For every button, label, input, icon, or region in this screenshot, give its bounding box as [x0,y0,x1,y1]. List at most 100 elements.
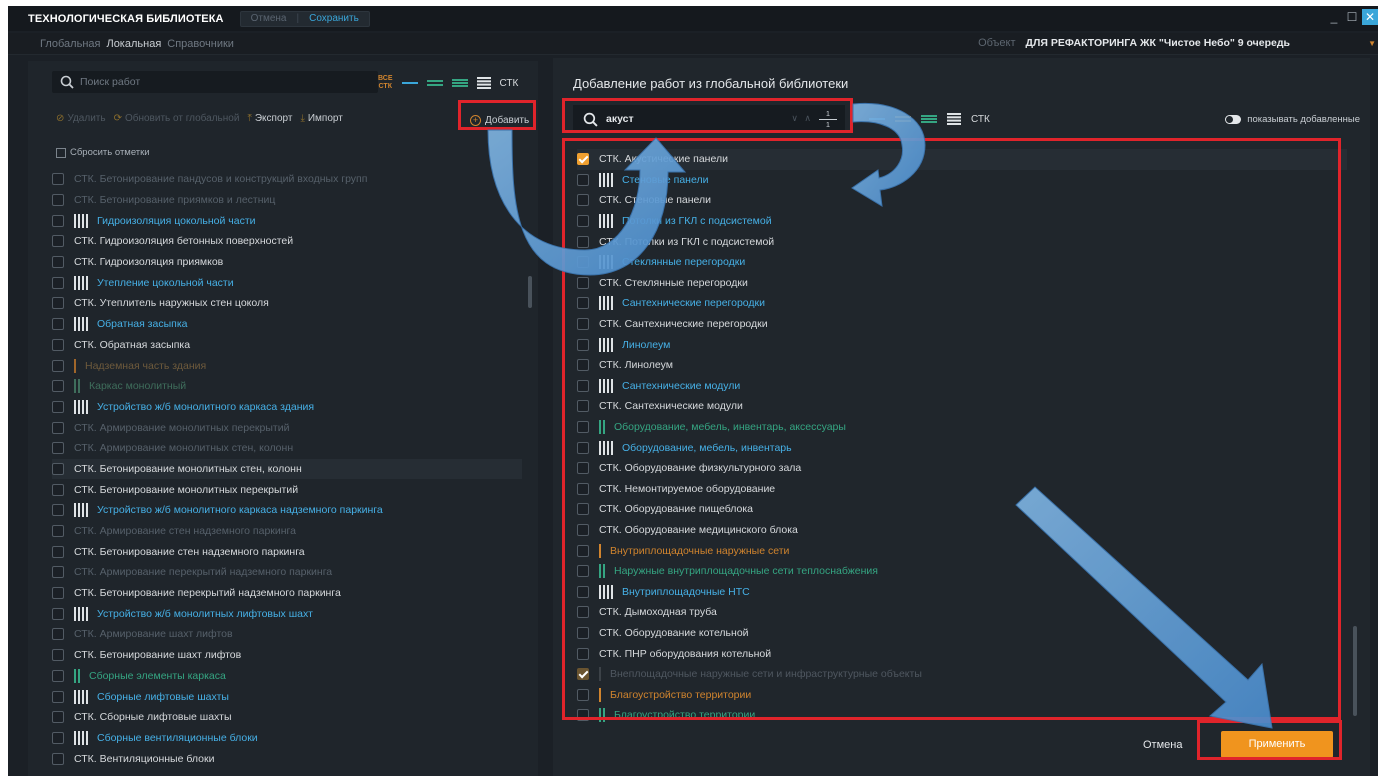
dialog-item-checkbox[interactable] [577,668,589,681]
level2-filter-icon[interactable] [426,78,443,88]
left-item-checkbox[interactable] [52,566,64,579]
import-button[interactable]: ⤓ Импорт [300,113,342,124]
left-item-checkbox[interactable] [52,400,64,413]
dialog-list-item[interactable]: Сантехнические модули [577,376,1347,397]
list-filter-icon[interactable] [476,77,491,89]
chevron-down-icon[interactable]: ▼ [1368,39,1376,48]
left-item-checkbox[interactable] [52,442,64,455]
dialog-list-item[interactable]: СТК. Сантехнические перегородки [577,314,1347,335]
left-list-item[interactable]: СТК. Обратная засыпка [52,335,522,356]
update-from-global-button[interactable]: ⟳ Обновить от глобальной [114,113,240,124]
dialog-list-item[interactable]: Благоустройство территории [577,705,1347,726]
left-scrollbar[interactable] [528,276,532,308]
dialog-item-checkbox[interactable] [577,585,589,598]
left-list-item[interactable]: Устройство ж/б монолитного каркаса надзе… [52,500,522,521]
dialog-item-checkbox[interactable] [577,215,589,228]
left-list-item[interactable]: Устройство ж/б монолитного каркаса здани… [52,397,522,418]
stk-filter-button[interactable]: СТК [971,114,990,125]
left-list-item[interactable]: Утепление цокольной части [52,272,522,293]
left-list-item[interactable]: СТК. Утеплитель наружных стен цоколя [52,293,522,314]
close-icon[interactable]: ✕ [1362,9,1378,25]
left-list-item[interactable]: Сборные вентиляционные блоки [52,728,522,749]
title-save-button[interactable]: Сохранить [299,12,369,26]
dialog-item-checkbox[interactable] [577,256,589,269]
dialog-list-item[interactable]: Внеплощадочные наружные сети и инфрастру… [577,664,1347,685]
stk-filter-button[interactable]: СТК [500,78,519,89]
left-item-checkbox[interactable] [52,752,64,765]
left-item-checkbox[interactable] [52,504,64,517]
left-item-checkbox[interactable] [52,214,64,227]
left-item-checkbox[interactable] [52,194,64,207]
delete-button[interactable]: ⊘ Удалить [56,113,106,124]
left-list-item[interactable]: СТК. Гидроизоляция приямков [52,252,522,273]
dialog-item-checkbox[interactable] [577,194,589,207]
level3-filter-icon[interactable] [921,114,937,124]
left-item-checkbox[interactable] [52,338,64,351]
dialog-item-checkbox[interactable] [577,421,589,434]
left-list-item[interactable]: СТК. Бетонирование пандусов и конструкци… [52,169,522,190]
dialog-item-checkbox[interactable] [577,626,589,639]
object-value[interactable]: ДЛЯ РЕФАКТОРИНГА ЖК "Чистое Небо" 9 очер… [1026,37,1290,49]
dialog-list-item[interactable]: Оборудование, мебель, инвентарь [577,437,1347,458]
object-selector[interactable]: Объект ДЛЯ РЕФАКТОРИНГА ЖК "Чистое Небо"… [978,37,1290,49]
dialog-item-checkbox[interactable] [577,359,589,372]
dialog-item-checkbox[interactable] [577,235,589,248]
dialog-list-item[interactable]: СТК. Потолки из ГКЛ с подсистемой [577,231,1347,252]
left-list-item[interactable]: Обратная засыпка [52,314,522,335]
left-item-checkbox[interactable] [52,669,64,682]
search-input[interactable]: Поиск работ [52,71,378,93]
dialog-item-checkbox[interactable] [577,565,589,578]
dialog-list-item[interactable]: Оборудование, мебель, инвентарь, аксессу… [577,417,1347,438]
dialog-item-checkbox[interactable] [577,297,589,310]
minimize-icon[interactable]: _ [1326,9,1342,25]
level2-filter-icon[interactable] [895,114,911,124]
left-list-item[interactable]: СТК. Бетонирование приямков и лестниц [52,190,522,211]
left-list-item[interactable]: СТК. Бетонирование стен надземного парки… [52,541,522,562]
dialog-item-checkbox[interactable] [577,441,589,454]
dialog-list-item[interactable]: Стеклянные перегородки [577,252,1347,273]
dialog-list-item[interactable]: Стеновые панели [577,170,1347,191]
dialog-item-checkbox[interactable] [577,153,589,166]
dialog-item-checkbox[interactable] [577,173,589,186]
dialog-list-item[interactable]: СТК. Оборудование медицинского блока [577,520,1347,541]
left-list-item[interactable]: Гидроизоляция цокольной части [52,210,522,231]
left-list-item[interactable]: Надземная часть здания [52,355,522,376]
left-item-checkbox[interactable] [52,462,64,475]
list-filter-icon[interactable] [947,113,961,125]
maximize-icon[interactable]: ☐ [1344,9,1360,25]
view-all-button[interactable]: ВСЕ СТК [378,75,393,91]
dialog-item-checkbox[interactable] [577,276,589,289]
tab-local[interactable]: Локальная [100,38,161,50]
dialog-list-item[interactable]: СТК. Стеновые панели [577,190,1347,211]
tab-global[interactable]: Глобальная [34,38,100,50]
dialog-item-checkbox[interactable] [577,400,589,413]
left-list-item[interactable]: Каркас монолитный [52,376,522,397]
dialog-list-item[interactable]: Внутриплощадочные НТС [577,581,1347,602]
left-item-checkbox[interactable] [52,318,64,331]
reset-marks-button[interactable]: Сбросить отметки [56,147,150,158]
left-list-item[interactable]: СТК. Армирование монолитных перекрытий [52,417,522,438]
dialog-item-checkbox[interactable] [577,503,589,516]
left-item-checkbox[interactable] [52,628,64,641]
dialog-list-item[interactable]: СТК. Стеклянные перегородки [577,273,1347,294]
dialog-item-checkbox[interactable] [577,688,589,701]
dialog-list-item[interactable]: Линолеум [577,334,1347,355]
dialog-item-checkbox[interactable] [577,482,589,495]
title-cancel-button[interactable]: Отмена [241,12,297,26]
left-item-checkbox[interactable] [52,711,64,724]
level3-filter-icon[interactable] [451,78,468,88]
left-list-item[interactable]: Устройство ж/б монолитных лифтовых шахт [52,603,522,624]
show-added-toggle[interactable]: показывать добавленные [1225,114,1360,125]
dialog-item-checkbox[interactable] [577,462,589,475]
left-list-item[interactable]: СТК. Сборные лифтовые шахты [52,707,522,728]
dialog-list-item[interactable]: Наружные внутриплощадочные сети теплосна… [577,561,1347,582]
left-item-checkbox[interactable] [52,380,64,393]
dialog-list-item[interactable]: СТК. Оборудование физкультурного зала [577,458,1347,479]
dialog-list-item[interactable]: СТК. Дымоходная труба [577,602,1347,623]
left-list-item[interactable]: СТК. Армирование стен надземного паркинг… [52,521,522,542]
left-list-item[interactable]: СТК. Вентиляционные блоки [52,748,522,769]
left-item-checkbox[interactable] [52,421,64,434]
dialog-search-input[interactable]: акуст ∨ ∧ 11 [573,105,845,133]
dialog-item-checkbox[interactable] [577,338,589,351]
dialog-item-checkbox[interactable] [577,544,589,557]
